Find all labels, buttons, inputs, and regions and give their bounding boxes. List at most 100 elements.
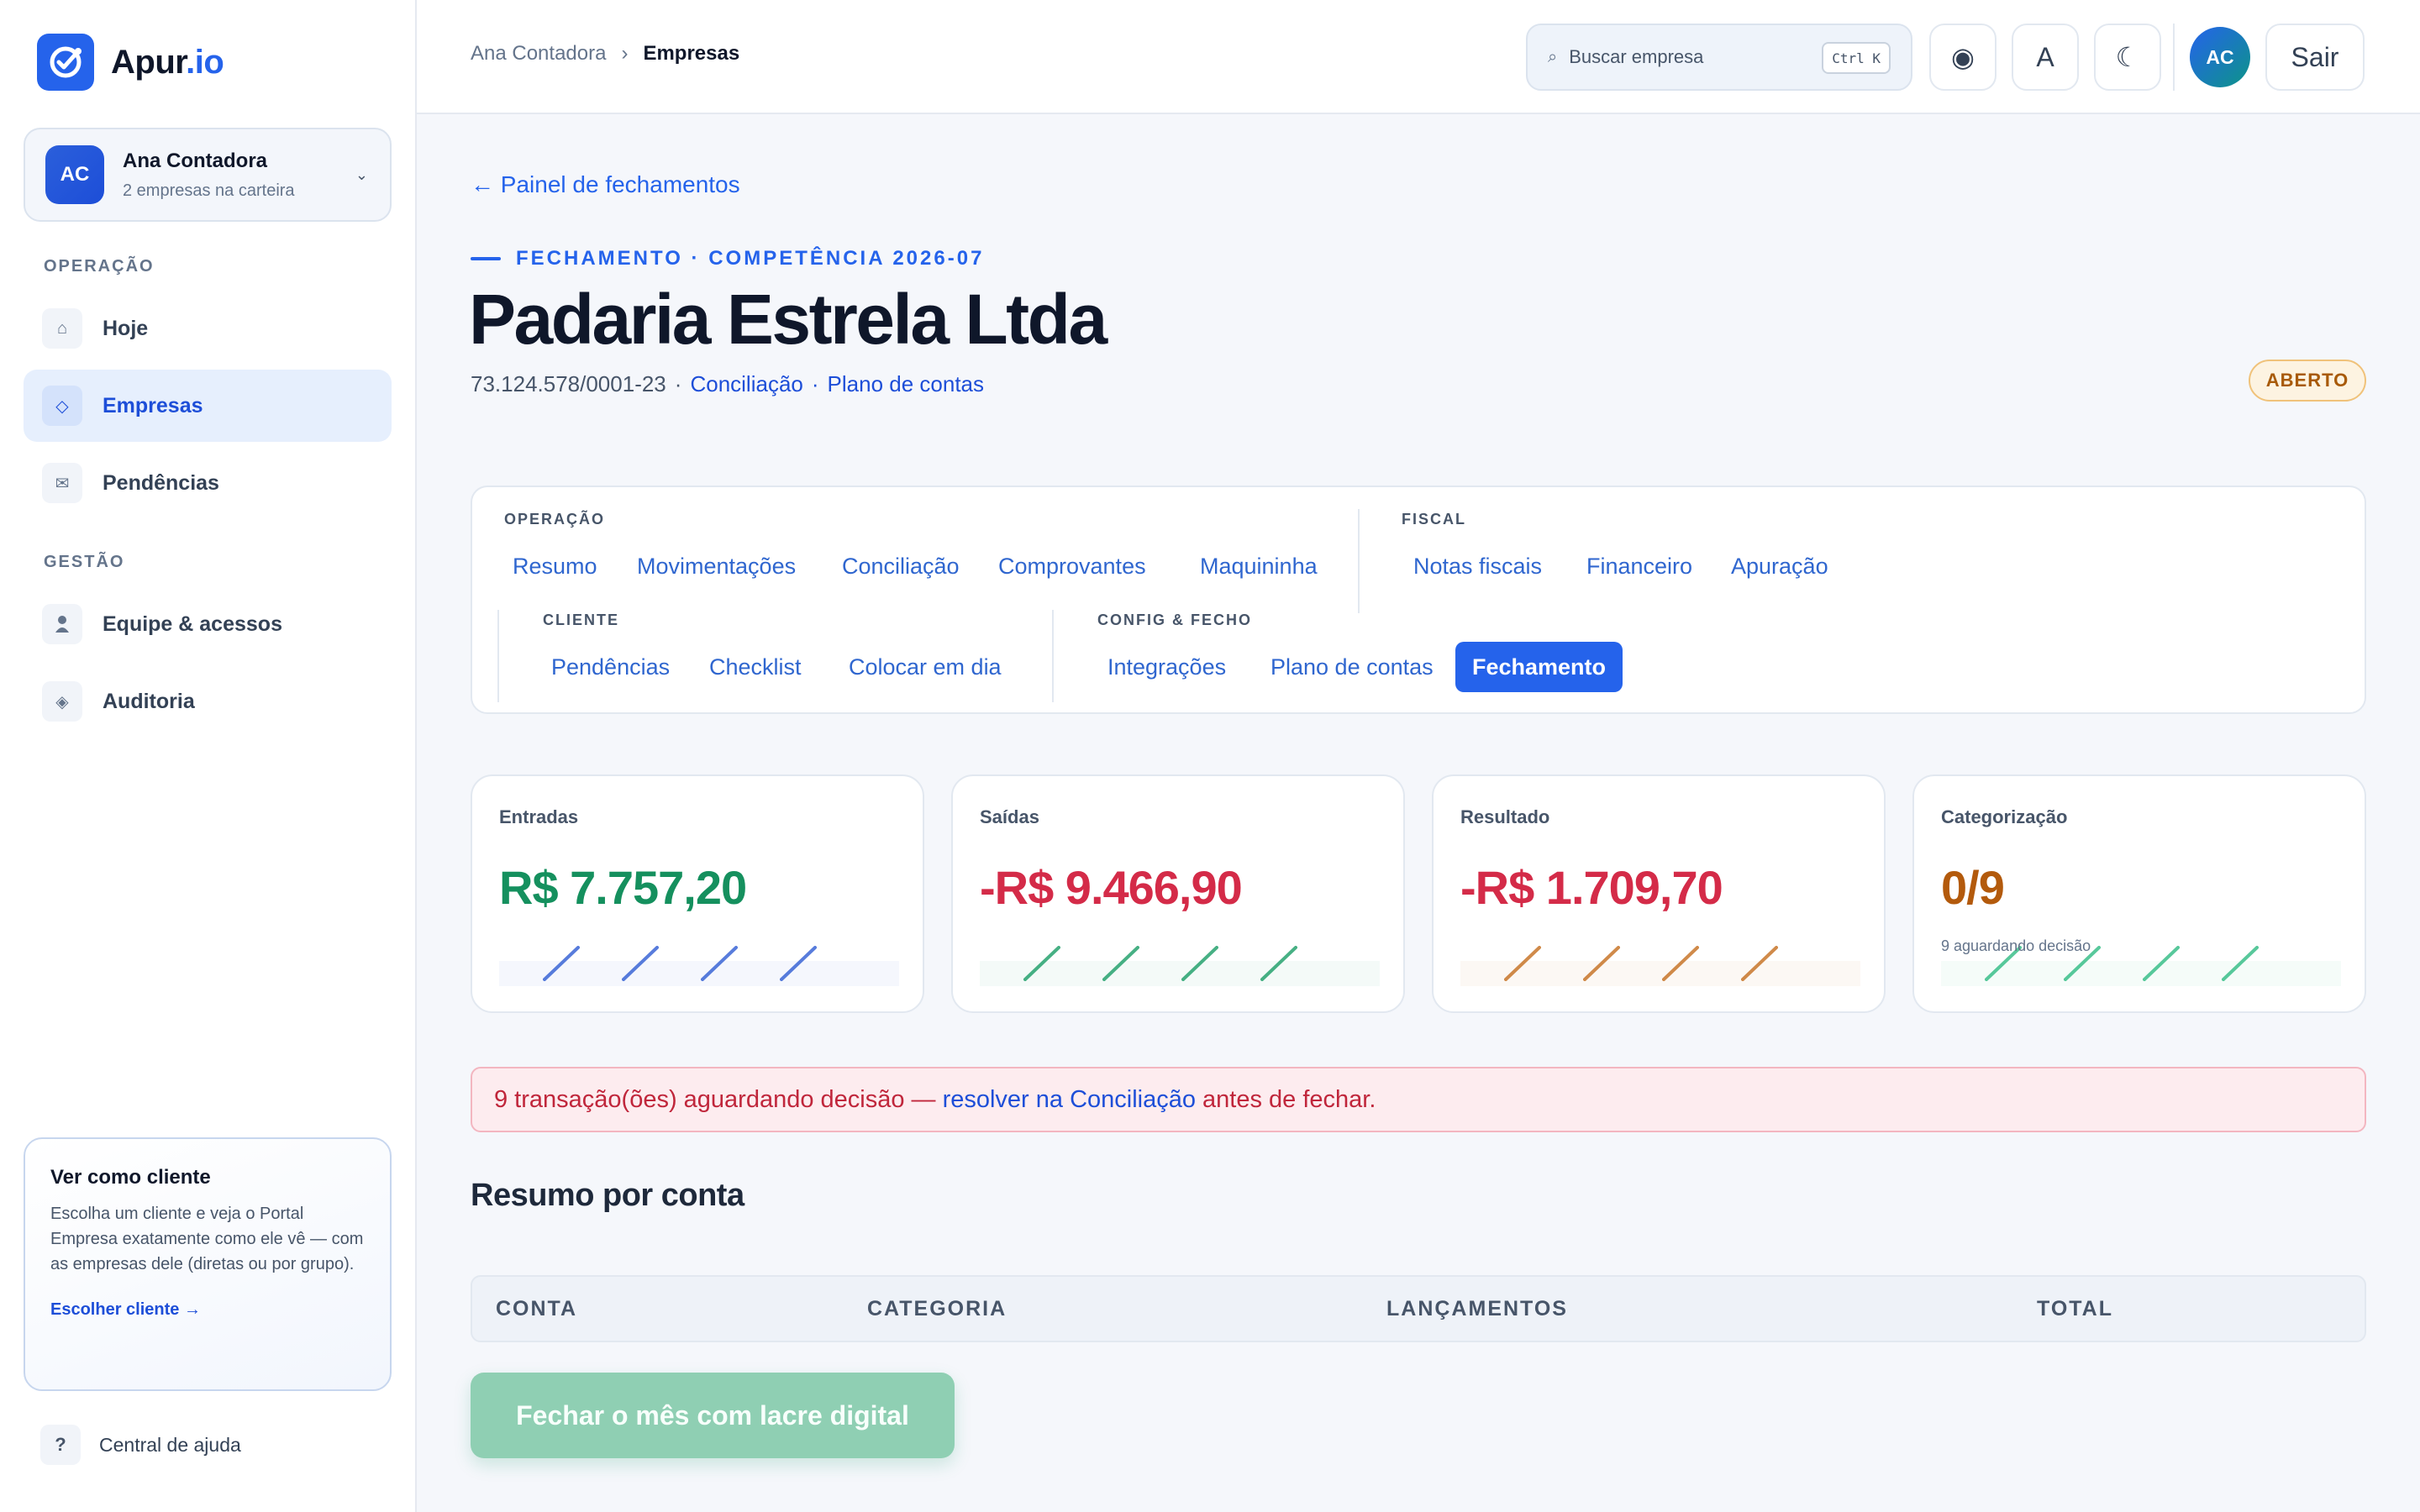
tab-fechamento[interactable]: Fechamento — [1455, 642, 1623, 692]
alert-text: antes de fechar. — [1202, 1085, 1376, 1113]
user-icon — [42, 604, 82, 644]
sidebar-item-equipe[interactable]: Equipe & acessos — [24, 588, 392, 660]
diamond-icon: ◇ — [42, 386, 82, 426]
tab-comprovantes[interactable]: Comprovantes — [981, 541, 1163, 591]
font-size-button[interactable]: A — [2012, 24, 2079, 91]
account-switcher[interactable]: AC Ana Contadora 2 empresas na carteira … — [24, 128, 392, 222]
tab-group-divider — [1052, 610, 1054, 702]
page-eyebrow: FECHAMENTO · COMPETÊNCIA 2026-07 — [471, 247, 984, 270]
column-header-lancamentos[interactable]: LANÇAMENTOS — [1386, 1297, 1568, 1321]
search-placeholder: Buscar empresa — [1569, 46, 1704, 67]
company-subline: 73.124.578/0001-23 · Conciliação · Plano… — [471, 371, 984, 397]
moon-icon: ☾ — [2115, 42, 2140, 72]
client-card-title: Ver como cliente — [50, 1166, 211, 1189]
stat-label: Saídas — [980, 806, 1039, 827]
tab-group-fiscal: FISCAL — [1402, 511, 1466, 528]
tab-notas-fiscais[interactable]: Notas fiscais — [1397, 541, 1559, 591]
help-label: Central de ajuda — [99, 1433, 241, 1456]
column-header-conta[interactable]: CONTA — [496, 1297, 577, 1321]
section-tabs: OPERAÇÃO Resumo Movimentações Conciliaçã… — [471, 486, 2366, 714]
breadcrumb-item[interactable]: Ana Contadora — [471, 42, 606, 66]
search-icon: ⌕ — [1548, 47, 1558, 66]
theme-toggle-button[interactable]: ☾ — [2094, 24, 2161, 91]
sidebar-item-label: Pendências — [103, 470, 219, 495]
eyebrow-text: FECHAMENTO · COMPETÊNCIA 2026-07 — [516, 247, 985, 270]
search-input[interactable]: ⌕ Buscar empresa Ctrl K — [1526, 24, 1912, 91]
column-header-total[interactable]: TOTAL — [2037, 1297, 2113, 1321]
sparkline — [499, 946, 899, 986]
sparkline — [1460, 946, 1860, 986]
account-avatar: AC — [45, 145, 104, 204]
close-month-button[interactable]: Fechar o mês com lacre digital — [471, 1373, 955, 1458]
account-subtitle: 2 empresas na carteira — [123, 181, 295, 200]
nav-section-gestao: GESTÃO — [44, 553, 125, 571]
logout-button[interactable]: Sair — [2265, 24, 2365, 91]
stat-value: -R$ 1.709,70 — [1460, 861, 1723, 914]
mail-icon: ✉ — [42, 463, 82, 503]
help-center-link[interactable]: ? Central de ajuda — [40, 1425, 241, 1465]
tab-movimentacoes[interactable]: Movimentações — [620, 541, 813, 591]
breadcrumb: Ana Contadora › Empresas — [471, 42, 739, 66]
brand[interactable]: Apur.io — [37, 34, 224, 91]
tab-group-divider — [1358, 509, 1360, 613]
tab-apuracao[interactable]: Apuração — [1714, 541, 1845, 591]
brand-name: Apur.io — [111, 43, 224, 81]
topbar: Ana Contadora › Empresas ⌕ Buscar empres… — [417, 0, 2420, 114]
chevron-down-icon: ⌄ — [355, 166, 368, 183]
stat-label: Resultado — [1460, 806, 1550, 827]
tab-conciliacao[interactable]: Conciliação — [825, 541, 976, 591]
font-icon: A — [2036, 41, 2054, 72]
tab-plano-de-contas[interactable]: Plano de contas — [1254, 642, 1450, 692]
sidebar-item-label: Auditoria — [103, 689, 195, 713]
separator: · — [811, 371, 819, 396]
stat-value: R$ 7.757,20 — [499, 861, 747, 914]
stat-value: 0/9 — [1941, 861, 2005, 914]
nav-section-operacao: OPERAÇÃO — [44, 257, 155, 276]
sidebar-item-pendencias[interactable]: ✉ Pendências — [24, 447, 392, 519]
tab-group-operacao: OPERAÇÃO — [504, 511, 606, 528]
separator: · — [674, 371, 682, 396]
page-title: Padaria Estrela Ltda — [469, 280, 1107, 359]
stat-card-entradas: Entradas R$ 7.757,20 — [471, 774, 924, 1013]
sidebar-item-label: Equipe & acessos — [103, 612, 282, 636]
check-logo-icon — [37, 34, 94, 91]
stat-label: Categorização — [1941, 806, 2068, 827]
stat-value: -R$ 9.466,90 — [980, 861, 1243, 914]
eyebrow-bar — [471, 257, 501, 260]
tab-maquininha[interactable]: Maquininha — [1183, 541, 1334, 591]
tab-resumo[interactable]: Resumo — [496, 541, 614, 591]
breadcrumb-separator: › — [621, 42, 629, 65]
tab-integracoes[interactable]: Integrações — [1091, 642, 1243, 692]
sidebar-item-empresas[interactable]: ◇ Empresas — [24, 370, 392, 442]
question-icon: ? — [40, 1425, 81, 1465]
stat-card-resultado: Resultado -R$ 1.709,70 — [1432, 774, 1886, 1013]
view-as-client-card: Ver como cliente Escolha um cliente e ve… — [24, 1137, 392, 1391]
record-button[interactable]: ◉ — [1929, 24, 1996, 91]
tab-financeiro[interactable]: Financeiro — [1570, 541, 1709, 591]
column-header-categoria[interactable]: CATEGORIA — [867, 1297, 1007, 1321]
sidebar-item-label: Hoje — [103, 316, 149, 340]
conciliacao-link[interactable]: Conciliação — [690, 371, 802, 397]
shortcut-hint: Ctrl K — [1822, 42, 1891, 74]
resolve-conciliacao-link[interactable]: resolver na Conciliação — [943, 1086, 1196, 1114]
home-icon: ⌂ — [42, 308, 82, 349]
tab-checklist[interactable]: Checklist — [692, 642, 818, 692]
sidebar-item-hoje[interactable]: ⌂ Hoje — [24, 292, 392, 365]
audit-icon: ◈ — [42, 681, 82, 722]
section-title: Resumo por conta — [471, 1178, 744, 1213]
back-link[interactable]: ← Painel de fechamentos — [471, 171, 740, 198]
tab-colocar-em-dia[interactable]: Colocar em dia — [832, 642, 1018, 692]
stat-subtext: 9 aguardando decisão — [1941, 937, 2091, 954]
record-icon: ◉ — [1951, 42, 1975, 72]
plano-de-contas-link[interactable]: Plano de contas — [828, 371, 984, 397]
topbar-divider — [2173, 24, 2175, 91]
client-card-description: Escolha um cliente e veja o Portal Empre… — [50, 1205, 364, 1273]
stat-card-saidas: Saídas -R$ 9.466,90 — [951, 774, 1405, 1013]
summary-table-header: CONTA CATEGORIA LANÇAMENTOS TOTAL — [471, 1275, 2366, 1342]
sidebar-item-auditoria[interactable]: ◈ Auditoria — [24, 665, 392, 738]
sparkline — [980, 946, 1380, 986]
breadcrumb-current: Empresas — [643, 42, 740, 65]
user-avatar[interactable]: AC — [2190, 27, 2250, 87]
choose-client-link[interactable]: Escolher cliente → — [50, 1300, 365, 1320]
tab-pendencias[interactable]: Pendências — [534, 642, 687, 692]
